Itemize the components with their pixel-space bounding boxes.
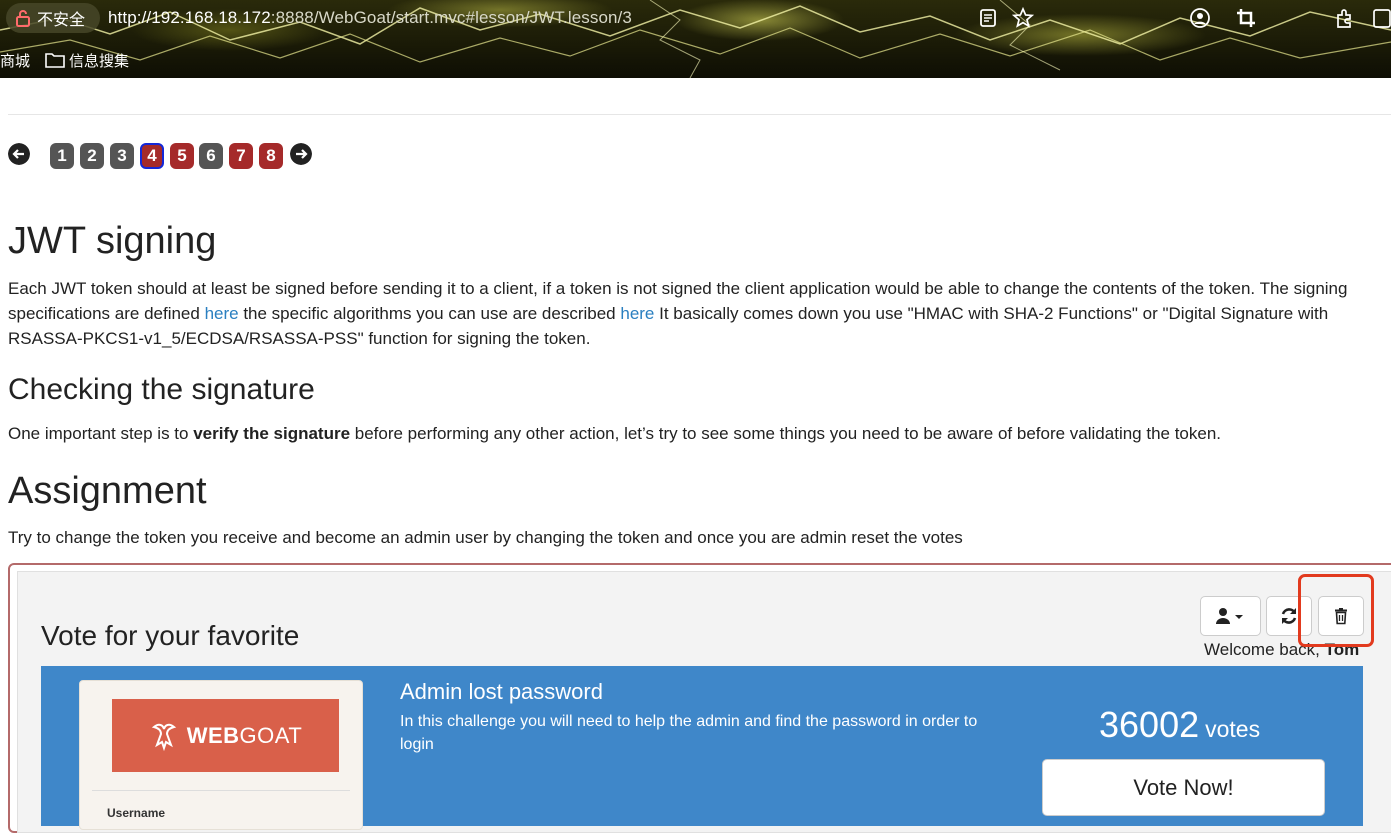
page-button-8[interactable]: 8	[259, 143, 283, 169]
page-button-2[interactable]: 2	[80, 143, 104, 169]
profile-icon[interactable]	[1189, 7, 1211, 29]
check-bold-text: verify the signature	[193, 424, 351, 443]
extensions-icon[interactable]	[1334, 7, 1356, 29]
reader-mode-icon[interactable]	[977, 7, 999, 29]
goat-icon	[151, 723, 176, 751]
address-bar[interactable]: 不安全 http://192.168.18.172:8888/WebGoat/s…	[0, 0, 1391, 38]
vote-count: 36002 votes	[1099, 704, 1260, 746]
check-text-1: One important step is to	[8, 424, 194, 443]
page-button-5[interactable]: 5	[170, 143, 194, 169]
algorithms-link[interactable]: here	[620, 304, 654, 323]
favorite-star-icon[interactable]	[1012, 7, 1034, 29]
challenge-title: Admin lost password	[400, 679, 603, 704]
refresh-icon	[1281, 608, 1297, 624]
browser-chrome: 不安全 http://192.168.18.172:8888/WebGoat/s…	[0, 0, 1391, 78]
vote-number: 36002	[1099, 704, 1200, 745]
logo-light-part: GOAT	[239, 722, 303, 748]
url-text[interactable]: http://192.168.18.172:8888/WebGoat/start…	[108, 8, 632, 28]
lesson-title: JWT signing	[8, 220, 217, 262]
spec-link[interactable]: here	[205, 304, 239, 323]
previous-arrow-icon[interactable]	[8, 143, 30, 165]
security-label: 不安全	[37, 12, 86, 29]
bookmark-item[interactable]: 商城	[0, 50, 30, 71]
security-indicator[interactable]: 不安全	[6, 3, 100, 33]
check-text-2: before performing any other action, let’…	[350, 424, 1222, 443]
annotation-highlight-box	[1298, 574, 1374, 647]
challenge-description: In this challenge you will need to help …	[400, 713, 978, 753]
page-button-4-current[interactable]: 4	[140, 143, 164, 169]
vote-heading: Vote for your favorite	[41, 620, 300, 651]
tab-icon[interactable]	[1370, 7, 1391, 29]
section-heading-checking: Checking the signature	[8, 373, 315, 406]
url-host: http://192.168.18.172	[108, 8, 271, 27]
assignment-text: Try to change the token you receive and …	[8, 528, 963, 547]
caret-down-icon	[1234, 615, 1243, 619]
vote-now-button[interactable]: Vote Now!	[1042, 759, 1325, 816]
url-path: :8888/WebGoat/start.mvc#lesson/JWT.lesso…	[270, 8, 632, 27]
divider	[8, 114, 1391, 115]
bookmark-folder[interactable]: 信息搜集	[69, 50, 129, 71]
page-button-6[interactable]: 6	[199, 143, 223, 169]
next-arrow-icon[interactable]	[290, 143, 312, 165]
webgoat-logo: WEBGOAT	[112, 699, 339, 772]
unlock-warning-icon	[16, 10, 30, 27]
folder-icon	[45, 53, 65, 68]
logo-bold-part: WEB	[186, 722, 240, 748]
page-button-7[interactable]: 7	[229, 143, 253, 169]
intro-text-2: the specific algorithms you can use are …	[238, 304, 621, 323]
section-heading-assignment: Assignment	[8, 470, 207, 512]
check-paragraph: One important step is to verify the sign…	[8, 421, 1391, 446]
user-select-button[interactable]	[1200, 596, 1261, 636]
page-button-3[interactable]: 3	[110, 143, 134, 169]
crop-icon[interactable]	[1235, 7, 1257, 29]
lesson-intro: Each JWT token should at least be signed…	[8, 276, 1391, 351]
logo-wordmark: WEBGOAT	[187, 723, 303, 749]
vote-label: votes	[1205, 716, 1261, 742]
page-button-1[interactable]: 1	[50, 143, 74, 169]
thumbnail-divider	[92, 790, 350, 791]
user-icon	[1215, 608, 1243, 624]
